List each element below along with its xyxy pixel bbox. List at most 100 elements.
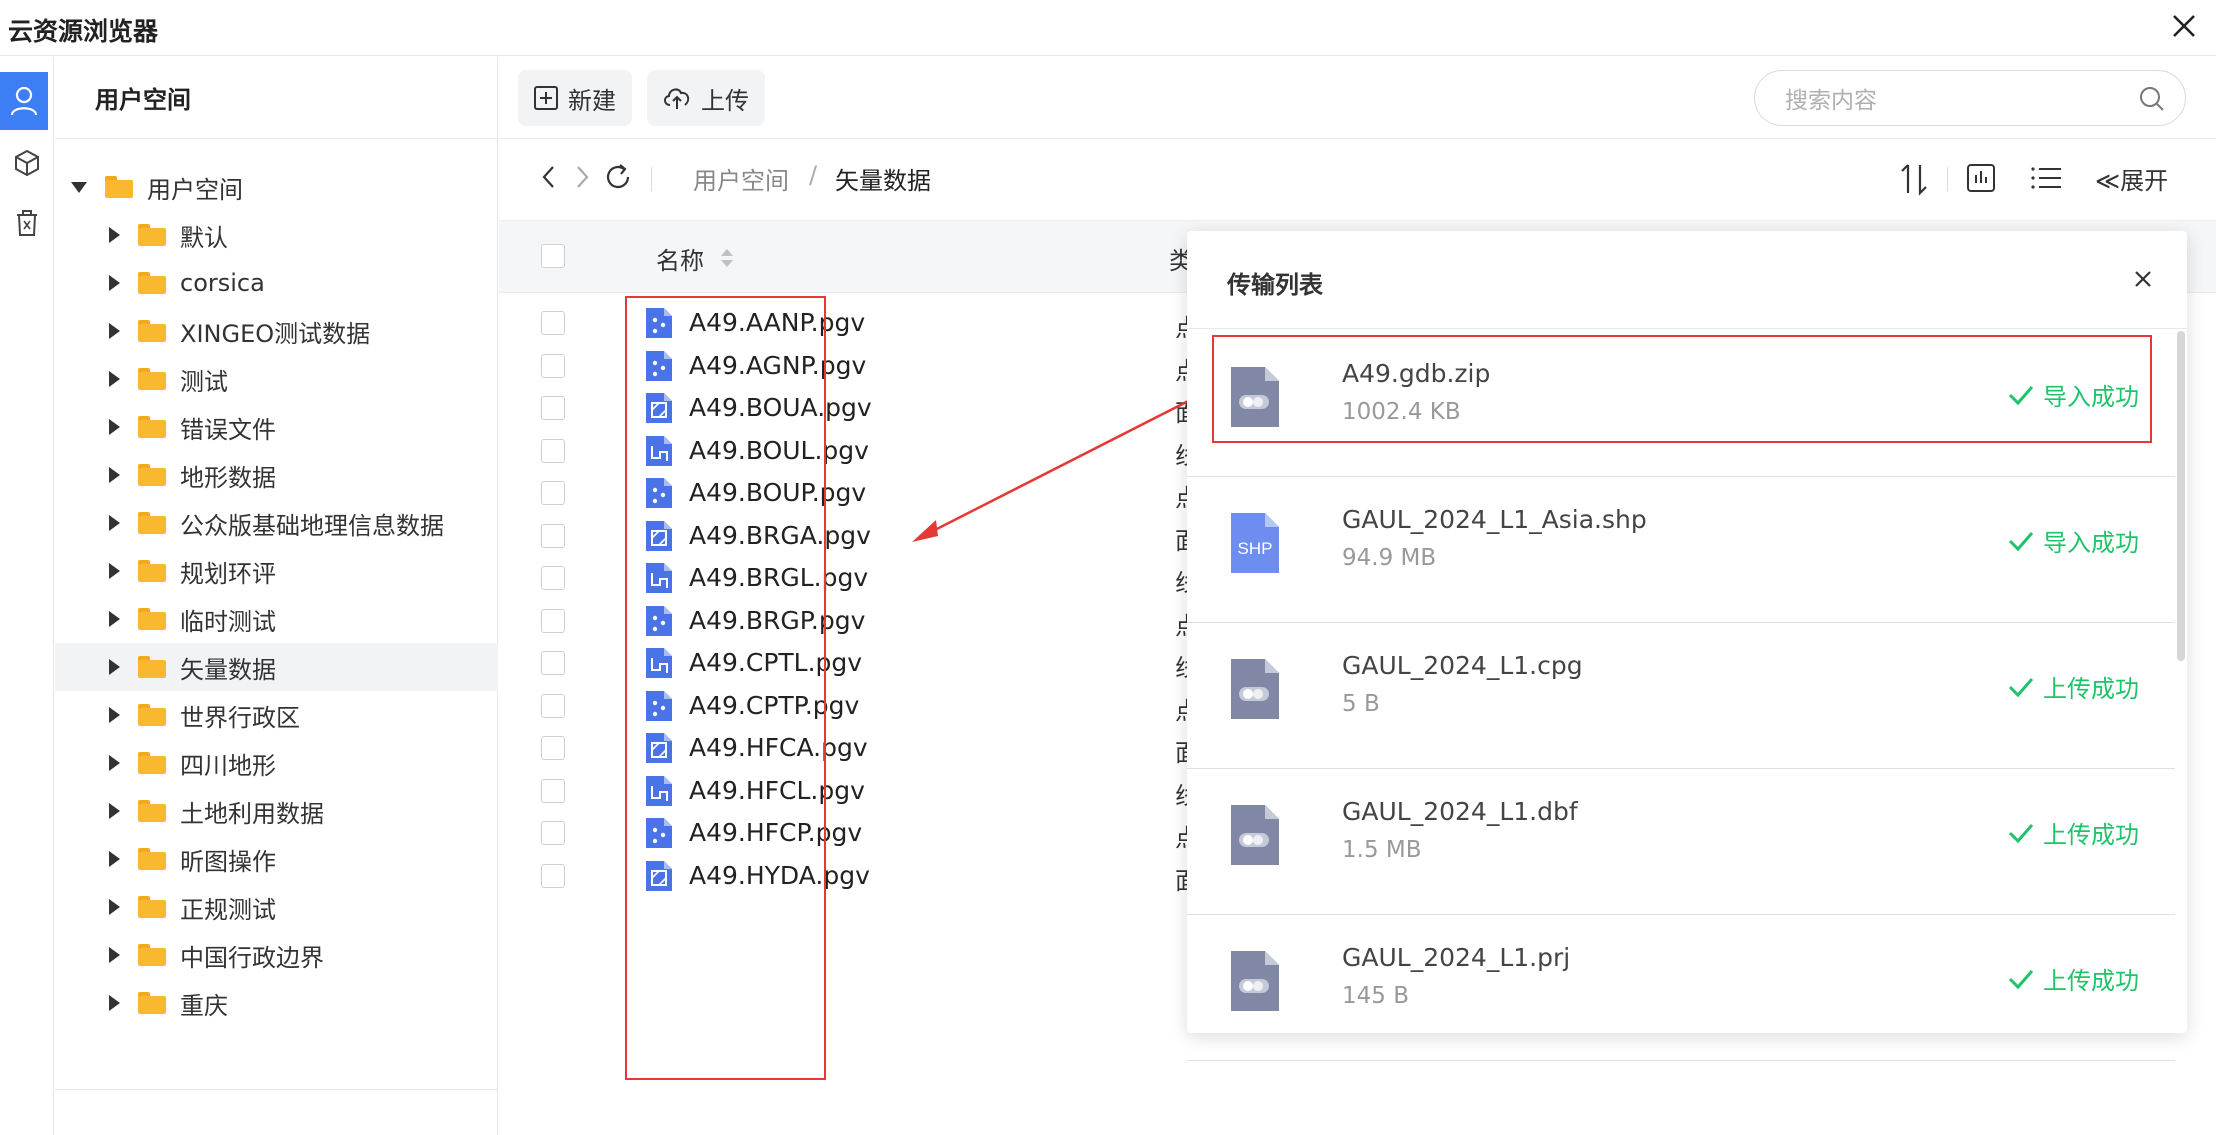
expand-arrow-icon[interactable]: [109, 947, 120, 963]
generic-file-icon: [1229, 949, 1281, 1017]
transfer-status-label: 导入成功: [2043, 529, 2139, 557]
search-input[interactable]: 搜索内容: [1754, 70, 2186, 126]
new-button[interactable]: 新建: [518, 70, 632, 126]
sidebar-tree-item[interactable]: 土地利用数据: [55, 787, 498, 835]
close-panel-icon[interactable]: [2131, 267, 2155, 291]
sidebar-tree-item-label: corsica: [180, 269, 265, 297]
row-checkbox[interactable]: [541, 438, 565, 463]
row-checkbox[interactable]: [541, 566, 565, 590]
row-checkbox[interactable]: [541, 608, 565, 633]
sidebar-tree-item[interactable]: 重庆: [55, 979, 498, 1027]
tree-root[interactable]: 用户空间: [55, 163, 498, 211]
rail-resources[interactable]: [0, 134, 54, 192]
sidebar-tree-item[interactable]: 正规测试: [55, 883, 498, 931]
expand-arrow-icon[interactable]: [109, 611, 120, 627]
sidebar-tree-item[interactable]: 地形数据: [55, 451, 498, 499]
navigation-bar: 用户空间 / 矢量数据 ≪展开: [499, 139, 2216, 221]
sidebar-tree-item[interactable]: XINGEO测试数据: [55, 307, 498, 355]
sort-caret-icon[interactable]: [717, 245, 737, 271]
sidebar-tree-item[interactable]: 矢量数据: [55, 643, 498, 691]
collapse-arrow-icon[interactable]: [71, 181, 87, 193]
refresh-icon[interactable]: [603, 162, 635, 192]
sidebar-tree-item[interactable]: 昕图操作: [55, 835, 498, 883]
sidebar-tree-item-label: 土地利用数据: [180, 799, 324, 828]
folder-icon: [138, 560, 166, 582]
sidebar-tree-item[interactable]: 世界行政区: [55, 691, 498, 739]
title-bar: 云资源浏览器: [0, 0, 2216, 56]
expand-arrow-icon[interactable]: [109, 707, 120, 723]
expand-arrow-icon[interactable]: [109, 995, 120, 1011]
expand-arrow-icon[interactable]: [109, 275, 120, 291]
sidebar-tree-item-label: 临时测试: [180, 607, 276, 636]
expand-arrow-icon[interactable]: [109, 467, 120, 483]
folder-icon: [138, 272, 166, 294]
row-checkbox[interactable]: [541, 821, 565, 845]
row-checkbox[interactable]: [541, 863, 565, 888]
transfer-status: 导入成功: [2007, 523, 2139, 558]
folder-icon: [138, 224, 166, 246]
close-window-icon[interactable]: [2166, 8, 2202, 44]
sidebar-tree-item-label: 公众版基础地理信息数据: [180, 511, 444, 540]
transfer-status-label: 上传成功: [2043, 967, 2139, 995]
rail-recycle-bin[interactable]: [0, 194, 54, 252]
row-checkbox[interactable]: [541, 693, 565, 718]
folder-icon: [105, 176, 133, 198]
column-name-header[interactable]: 名称: [656, 241, 704, 276]
row-checkbox[interactable]: [541, 353, 565, 378]
rail-user-space[interactable]: [0, 72, 48, 130]
expand-arrow-icon[interactable]: [109, 899, 120, 915]
expand-arrow-icon[interactable]: [109, 851, 120, 867]
select-all-checkbox[interactable]: [541, 244, 565, 268]
transfer-panel-title: 传输列表: [1227, 271, 1323, 299]
expand-arrow-icon[interactable]: [109, 755, 120, 771]
row-checkbox[interactable]: [541, 311, 565, 335]
sidebar-tree-item-label: 地形数据: [180, 463, 276, 492]
sidebar-tree-item[interactable]: corsica: [55, 259, 498, 307]
sidebar-footer: [55, 1089, 498, 1135]
transfer-file-size: 1.5 MB: [1342, 837, 1422, 863]
left-rail: [0, 57, 54, 1135]
expand-arrow-icon[interactable]: [109, 323, 120, 339]
sidebar-tree-item[interactable]: 公众版基础地理信息数据: [55, 499, 498, 547]
expand-button[interactable]: ≪展开: [2095, 161, 2168, 196]
expand-arrow-icon[interactable]: [109, 227, 120, 243]
generic-file-icon: [1229, 803, 1281, 871]
row-checkbox[interactable]: [541, 396, 565, 420]
transfer-item: GAUL_2024_L1.dbf 1.5 MB 上传成功: [1187, 769, 2175, 915]
sidebar-tree-item[interactable]: 默认: [55, 211, 498, 259]
sidebar-tree-item[interactable]: 临时测试: [55, 595, 498, 643]
search-icon[interactable]: [2137, 84, 2167, 114]
sidebar-tree-item[interactable]: 中国行政边界: [55, 931, 498, 979]
sidebar-tree-item[interactable]: 错误文件: [55, 403, 498, 451]
expand-arrow-icon[interactable]: [109, 563, 120, 579]
breadcrumb-user-space[interactable]: 用户空间: [693, 161, 789, 196]
row-checkbox[interactable]: [541, 778, 565, 803]
folder-icon: [138, 464, 166, 486]
back-icon[interactable]: [539, 162, 559, 192]
forward-icon[interactable]: [572, 162, 592, 192]
scrollbar[interactable]: [2177, 331, 2185, 661]
expand-arrow-icon[interactable]: [109, 515, 120, 531]
sort-icon[interactable]: [1897, 162, 1931, 196]
highlight-box-file-list: [625, 296, 826, 1080]
upload-button[interactable]: 上传: [647, 70, 765, 126]
sidebar-tree-item[interactable]: 测试: [55, 355, 498, 403]
sidebar-tree-item[interactable]: 四川地形: [55, 739, 498, 787]
plus-square-icon: [534, 86, 558, 110]
folder-icon: [138, 416, 166, 438]
transfer-file-name: GAUL_2024_L1_Asia.shp: [1342, 505, 1647, 534]
upload-button-label: 上传: [701, 86, 749, 115]
grid-view-icon[interactable]: [1965, 162, 1997, 194]
sidebar-tree-item[interactable]: 规划环评: [55, 547, 498, 595]
row-checkbox[interactable]: [541, 523, 565, 548]
transfer-file-size: 145 B: [1342, 983, 1409, 1009]
list-view-icon[interactable]: [2029, 162, 2063, 194]
expand-arrow-icon[interactable]: [109, 803, 120, 819]
expand-arrow-icon[interactable]: [109, 371, 120, 387]
expand-arrow-icon[interactable]: [109, 419, 120, 435]
row-checkbox[interactable]: [541, 651, 565, 675]
row-checkbox[interactable]: [541, 736, 565, 760]
row-checkbox[interactable]: [541, 481, 565, 505]
expand-arrow-icon[interactable]: [109, 659, 120, 675]
shp-icon-text: SHP: [1238, 539, 1273, 558]
